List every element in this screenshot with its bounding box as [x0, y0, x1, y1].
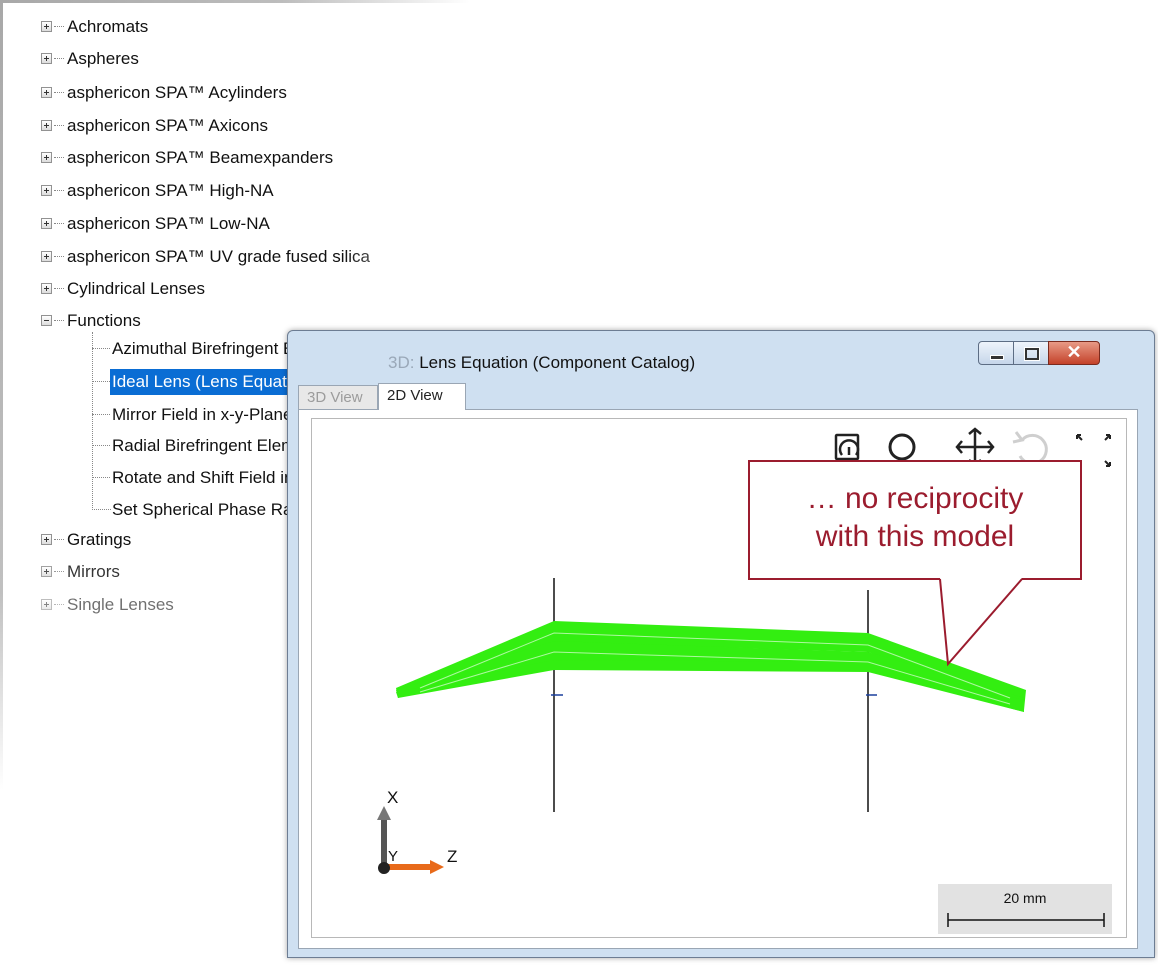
collapse-minus-icon[interactable]	[41, 315, 52, 326]
tree-item-label: asphericon SPA™ UV grade fused silica	[67, 247, 371, 266]
tree-item-label: asphericon SPA™ High-NA	[67, 181, 274, 200]
axis-z-label: Z	[447, 847, 458, 866]
expand-plus-icon[interactable]	[41, 21, 52, 32]
maximize-button[interactable]	[1013, 341, 1049, 365]
expand-plus-icon[interactable]	[41, 152, 52, 163]
expand-plus-icon[interactable]	[41, 599, 52, 610]
tab-2d-view[interactable]: 2D View	[378, 383, 466, 410]
expand-plus-icon[interactable]	[41, 566, 52, 577]
scale-bar-ruler	[947, 913, 1105, 927]
window-title-prefix: 3D:	[388, 353, 415, 372]
axis-x-label: X	[387, 788, 399, 807]
window-title-text: Lens Equation (Component Catalog)	[419, 353, 696, 372]
callout-line-1: … no reciprocity	[806, 482, 1024, 515]
tree-item-label: asphericon SPA™ Acylinders	[67, 83, 287, 102]
view-tabs: 3D View 2D View	[298, 383, 1138, 410]
tree-item-label: asphericon SPA™ Beamexpanders	[67, 148, 334, 167]
tab-3d-view[interactable]: 3D View	[298, 385, 378, 409]
tree-item-label: Functions	[67, 311, 141, 330]
tree-item-uv-fused-silica[interactable]: asphericon SPA™ UV grade fused silica	[41, 244, 461, 270]
expand-plus-icon[interactable]	[41, 534, 52, 545]
scale-bar: 20 mm	[938, 884, 1112, 934]
close-icon: ✕	[1066, 342, 1082, 362]
tree-item-label: asphericon SPA™ Low-NA	[67, 214, 270, 233]
panel-border-top	[0, 0, 470, 3]
expand-plus-icon[interactable]	[41, 251, 52, 262]
expand-plus-icon[interactable]	[41, 87, 52, 98]
tree-item-label: asphericon SPA™ Axicons	[67, 116, 268, 135]
tree-item-beamexpanders[interactable]: asphericon SPA™ Beamexpanders	[41, 145, 441, 171]
callout-box: … no reciprocity with this model	[748, 460, 1082, 580]
tree-item-label: Single Lenses	[67, 595, 174, 614]
minimize-button[interactable]	[978, 341, 1014, 365]
axis-y-label: Y	[388, 848, 399, 865]
expand-plus-icon[interactable]	[41, 218, 52, 229]
close-button[interactable]: ✕	[1048, 341, 1100, 365]
callout-pointer	[939, 578, 1023, 667]
expand-plus-icon[interactable]	[41, 283, 52, 294]
tree-item-label: Mirror Field in x-y-Plane	[112, 405, 293, 424]
callout-line-2: with this model	[815, 520, 1015, 553]
tree-item-label: Cylindrical Lenses	[67, 279, 205, 298]
tree-item-label: Achromats	[67, 17, 149, 36]
panel-border-left	[0, 0, 3, 790]
tree-item-label: Aspheres	[67, 49, 139, 68]
tree-item-label: Gratings	[67, 530, 132, 549]
expand-plus-icon[interactable]	[41, 120, 52, 131]
window-title: 3D: Lens Equation (Component Catalog)	[388, 353, 695, 373]
expand-plus-icon[interactable]	[41, 53, 52, 64]
tree-item-label: Mirrors	[67, 562, 120, 581]
expand-plus-icon[interactable]	[41, 185, 52, 196]
